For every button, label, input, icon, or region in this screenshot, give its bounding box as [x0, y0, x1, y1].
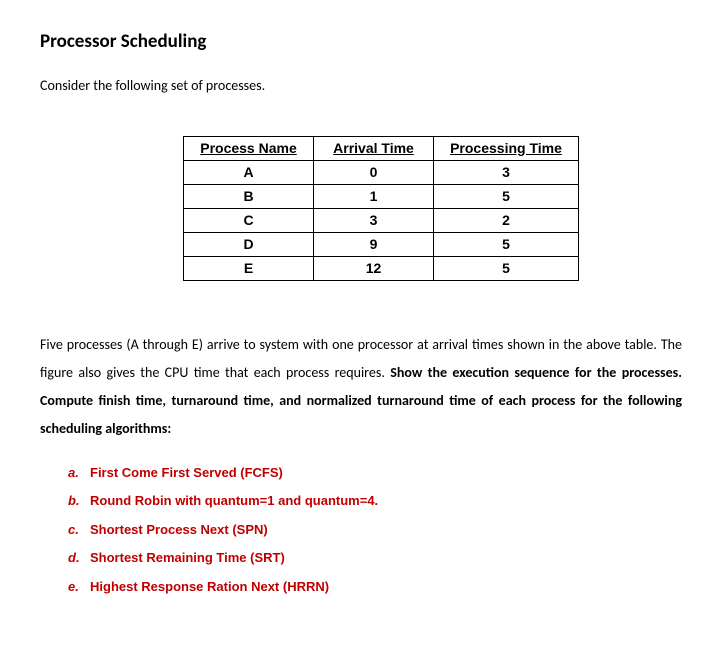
cell-arrival-time: 9: [314, 232, 434, 256]
cell-process-name: B: [184, 184, 314, 208]
algorithm-list: a. First Come First Served (FCFS) b. Rou…: [40, 463, 682, 597]
intro-text: Consider the following set of processes.: [40, 75, 682, 96]
cell-arrival-time: 12: [314, 256, 434, 280]
list-text: First Come First Served (FCFS): [90, 465, 283, 480]
cell-process-name: D: [184, 232, 314, 256]
cell-arrival-time: 0: [314, 160, 434, 184]
cell-processing-time: 5: [434, 256, 579, 280]
page-title: Processor Scheduling: [40, 28, 682, 57]
table-row: C 3 2: [184, 208, 579, 232]
list-text: Highest Response Ration Next (HRRN): [90, 579, 329, 594]
body-paragraph: Five processes (A through E) arrive to s…: [40, 331, 682, 443]
list-item: a. First Come First Served (FCFS): [68, 463, 682, 483]
table-row: E 12 5: [184, 256, 579, 280]
header-arrival-time: Arrival Time: [314, 136, 434, 160]
list-item: d. Shortest Remaining Time (SRT): [68, 548, 682, 568]
cell-process-name: C: [184, 208, 314, 232]
header-process-name: Process Name: [184, 136, 314, 160]
cell-processing-time: 2: [434, 208, 579, 232]
list-item: e. Highest Response Ration Next (HRRN): [68, 577, 682, 597]
table-header-row: Process Name Arrival Time Processing Tim…: [184, 136, 579, 160]
list-marker: b.: [68, 491, 80, 511]
list-text: Shortest Remaining Time (SRT): [90, 550, 285, 565]
list-item: b. Round Robin with quantum=1 and quantu…: [68, 491, 682, 511]
cell-arrival-time: 3: [314, 208, 434, 232]
cell-processing-time: 5: [434, 232, 579, 256]
list-marker: a.: [68, 463, 79, 483]
list-marker: e.: [68, 577, 79, 597]
cell-processing-time: 3: [434, 160, 579, 184]
cell-arrival-time: 1: [314, 184, 434, 208]
header-processing-time: Processing Time: [434, 136, 579, 160]
cell-process-name: A: [184, 160, 314, 184]
table-row: A 0 3: [184, 160, 579, 184]
process-table: Process Name Arrival Time Processing Tim…: [183, 136, 579, 281]
list-text: Round Robin with quantum=1 and quantum=4…: [90, 493, 378, 508]
list-marker: d.: [68, 548, 80, 568]
cell-process-name: E: [184, 256, 314, 280]
process-table-container: Process Name Arrival Time Processing Tim…: [40, 136, 682, 281]
cell-processing-time: 5: [434, 184, 579, 208]
table-row: B 1 5: [184, 184, 579, 208]
list-text: Shortest Process Next (SPN): [90, 522, 268, 537]
list-marker: c.: [68, 520, 79, 540]
list-item: c. Shortest Process Next (SPN): [68, 520, 682, 540]
table-row: D 9 5: [184, 232, 579, 256]
